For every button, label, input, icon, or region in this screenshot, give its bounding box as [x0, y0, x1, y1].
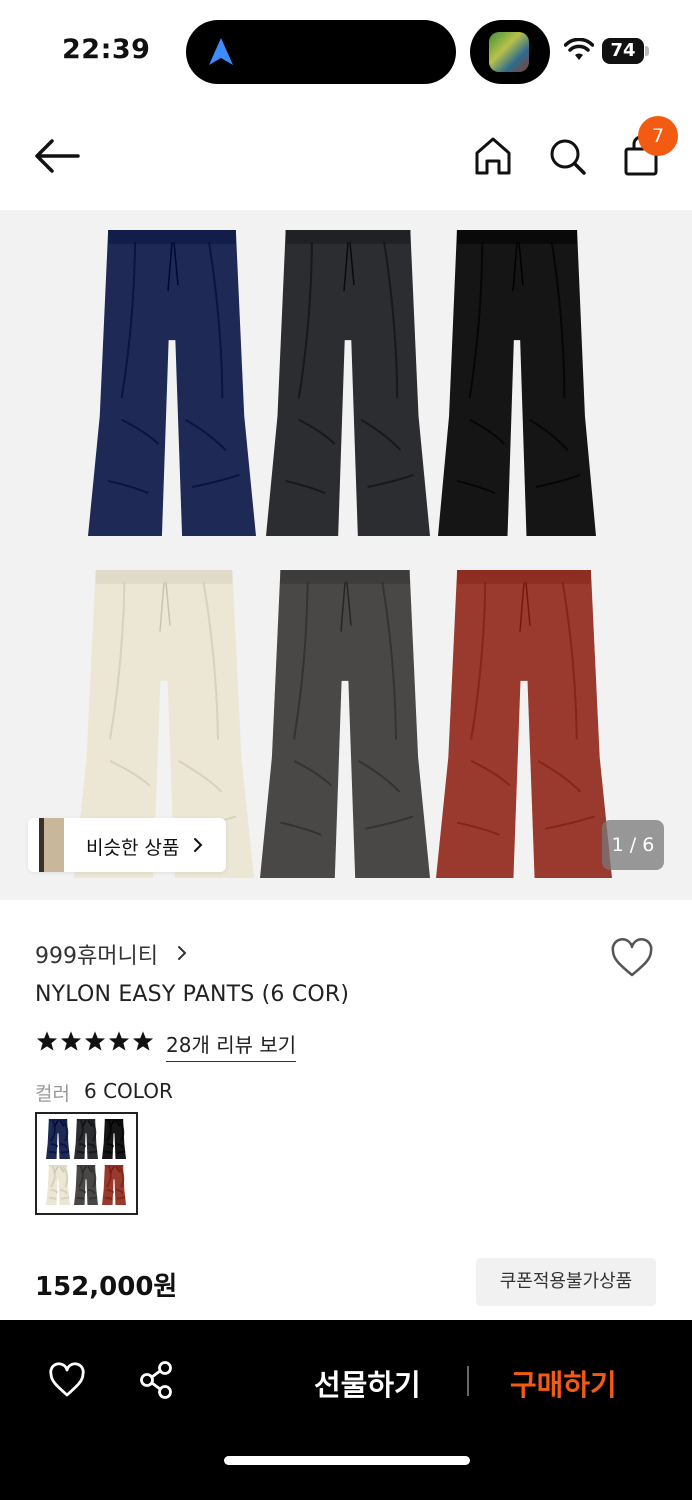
divider [467, 1366, 469, 1396]
swatch-pant-2 [74, 1119, 98, 1159]
reviews-link[interactable]: 28개 리뷰 보기 [166, 1029, 297, 1062]
color-option-swatch[interactable] [35, 1112, 138, 1215]
heart-icon[interactable] [48, 1362, 86, 1398]
gift-button[interactable]: 선물하기 [314, 1362, 421, 1404]
cart-count-badge: 7 [638, 116, 678, 156]
chevron-right-icon [178, 946, 187, 960]
similar-product-thumbnail [28, 818, 64, 872]
home-icon[interactable] [472, 134, 514, 178]
star-icon [132, 1031, 154, 1051]
pant-image-6 [436, 570, 612, 878]
dynamic-island[interactable] [186, 20, 456, 84]
color-label: 컬러 [35, 1083, 70, 1105]
navigation-arrow-icon [209, 38, 233, 65]
rating-stars [36, 1030, 154, 1056]
image-counter: 1 / 6 [602, 820, 664, 870]
pant-image-5 [260, 570, 430, 878]
share-icon[interactable] [138, 1360, 174, 1400]
product-name: NYLON EASY PANTS (6 COR) [35, 982, 350, 1007]
search-icon[interactable] [546, 134, 588, 178]
wifi-icon [564, 38, 594, 60]
heart-icon[interactable] [610, 938, 654, 978]
product-price: 152,000원 [35, 1272, 178, 1302]
status-bar: 22:39 74 [0, 0, 692, 100]
star-icon [108, 1031, 130, 1051]
product-image [74, 230, 612, 878]
home-indicator[interactable] [224, 1456, 470, 1465]
swatch-pant-3 [102, 1119, 126, 1159]
swatch-pant-6 [102, 1165, 126, 1205]
buy-button[interactable]: 구매하기 [510, 1362, 617, 1404]
swatch-pant-1 [46, 1119, 70, 1159]
media-thumbnail [489, 32, 529, 72]
app-header: 7 [0, 100, 692, 210]
similar-products-label: 비슷한 상품 [86, 837, 180, 859]
chevron-right-icon [194, 838, 203, 852]
brand-name-link[interactable]: 999휴머니티 [35, 938, 158, 970]
coupon-unavailable-badge: 쿠폰적용불가상품 [476, 1258, 656, 1306]
pant-image-3 [438, 230, 596, 536]
bottom-action-bar: 선물하기 구매하기 [0, 1320, 692, 1500]
color-value: 6 COLOR [84, 1079, 173, 1103]
star-icon [36, 1031, 58, 1051]
dynamic-island-media[interactable] [470, 20, 550, 84]
product-image-gallery[interactable]: 비슷한 상품 1 / 6 [0, 210, 692, 900]
star-icon [60, 1031, 82, 1051]
back-arrow-icon[interactable] [30, 136, 82, 176]
battery-tip [645, 46, 649, 56]
status-time: 22:39 [62, 34, 151, 65]
swatch-pant-5 [74, 1165, 98, 1205]
star-icon [84, 1031, 106, 1051]
pant-image-1 [88, 230, 256, 536]
pant-image-2 [266, 230, 430, 536]
swatch-thumbnail [46, 1119, 126, 1205]
swatch-pant-4 [46, 1165, 70, 1205]
similar-products-button[interactable]: 비슷한 상품 [28, 818, 226, 872]
battery-icon: 74 [602, 38, 644, 64]
